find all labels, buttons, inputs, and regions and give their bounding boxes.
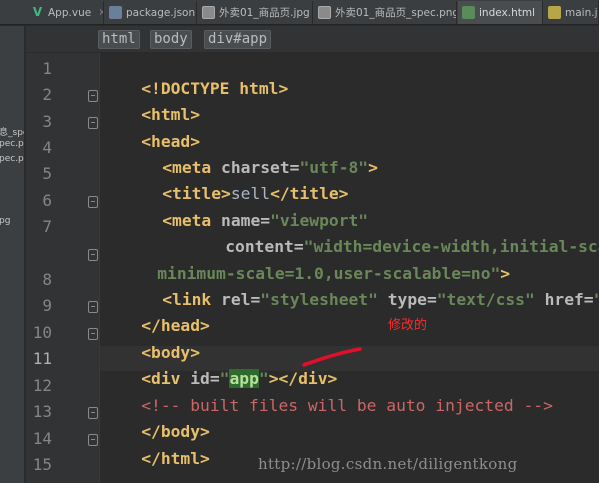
tab-label: 外卖01_商品页.jpg (219, 7, 310, 19)
breadcrumb: html body div#app (26, 26, 599, 53)
fold-marker-icon[interactable] (88, 249, 98, 261)
tab-product-page-spec-png[interactable]: 外卖01_商品页_spec.png × (314, 1, 457, 24)
breadcrumb-html[interactable]: html (98, 30, 140, 49)
line-number-gutter: 1 2 3 4 5 6 7 8 9 10 11 12 13 14 15 (26, 53, 100, 483)
line-number: 13 (32, 402, 52, 421)
line-number: 9 (42, 296, 52, 315)
line-number: 5 (42, 164, 52, 183)
annotation-label: 修改的 (388, 318, 428, 333)
image-file-icon (318, 6, 331, 19)
fold-marker-icon[interactable] (88, 90, 98, 102)
project-tree-item[interactable]: 息_spe (0, 125, 24, 138)
fold-marker-icon[interactable] (88, 301, 98, 313)
project-panel: 息_spe pec.pn pec.pn pg (0, 26, 25, 483)
line-number: 12 (32, 376, 52, 395)
line-number: 7 (42, 217, 52, 236)
tab-label: 外卖01_商品页_spec.png (335, 7, 457, 19)
close-tab-icon[interactable]: × (542, 7, 543, 18)
tab-index-html[interactable]: index.html × (458, 1, 543, 24)
close-tab-icon[interactable]: × (98, 7, 103, 18)
project-tree-item[interactable]: pec.pn (0, 154, 24, 164)
annotation-stroke (302, 347, 362, 367)
line-number: 6 (42, 191, 52, 210)
fold-marker-icon[interactable] (88, 434, 98, 446)
js-file-icon (548, 6, 561, 19)
tab-package-json[interactable]: package.json × (105, 1, 197, 24)
code-line-14: </html> (141, 449, 210, 468)
tab-label: package.json (126, 6, 196, 19)
watermark: http://blog.csdn.net/diligentkong (258, 455, 518, 473)
tab-main-js[interactable]: main.js (544, 1, 599, 24)
line-number: 14 (32, 429, 52, 448)
vue-file-icon: V (32, 5, 43, 19)
line-number: 3 (42, 112, 52, 131)
tab-product-page-jpg[interactable]: 外卖01_商品页.jpg × (198, 1, 313, 24)
tab-label: main.js (565, 6, 598, 19)
editor-tab-bar: V App.vue × package.json × 外卖01_商品页.jpg … (0, 0, 599, 25)
fold-marker-icon[interactable] (88, 328, 98, 340)
tab-label: App.vue (48, 6, 92, 19)
line-number: 11 (32, 349, 52, 368)
line-number: 4 (42, 138, 52, 157)
fold-marker-icon[interactable] (88, 196, 98, 208)
breadcrumb-div-app[interactable]: div#app (204, 30, 272, 49)
line-number: 8 (42, 270, 52, 289)
line-number: 2 (42, 85, 52, 104)
breadcrumb-body[interactable]: body (150, 30, 192, 49)
html-file-icon (462, 6, 475, 19)
image-file-icon (202, 6, 215, 19)
tab-app-vue[interactable]: V App.vue × (27, 1, 104, 24)
line-number: 15 (32, 455, 52, 474)
fold-marker-icon[interactable] (88, 117, 98, 129)
project-tree-item[interactable]: pec.pn (0, 139, 24, 149)
fold-marker-icon[interactable] (88, 407, 98, 419)
tab-label: index.html (479, 6, 535, 19)
line-number: 1 (42, 59, 52, 78)
line-number: 10 (32, 323, 52, 342)
project-tree-item[interactable]: pg (0, 216, 10, 226)
json-file-icon (109, 6, 122, 19)
code-editor[interactable]: <!DOCTYPE html> <html> <head> <meta char… (100, 53, 599, 483)
